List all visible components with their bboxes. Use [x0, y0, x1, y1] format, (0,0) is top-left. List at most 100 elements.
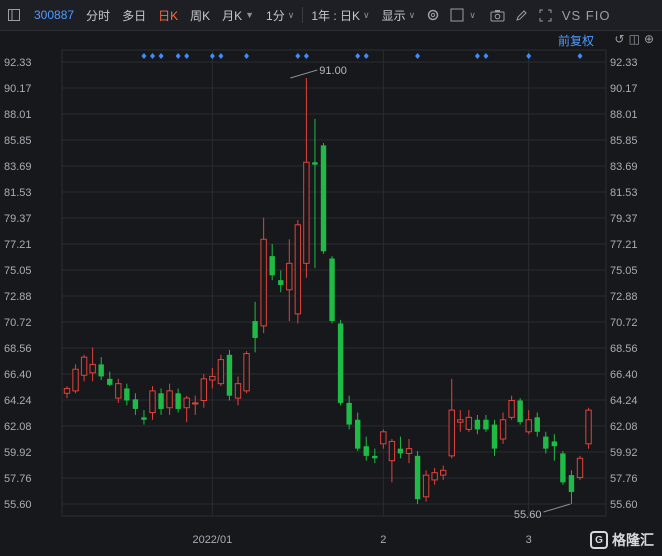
event-marker — [209, 53, 215, 59]
candle-body — [568, 475, 575, 492]
logo-icon: G — [590, 531, 608, 549]
y-tick-left: 77.21 — [4, 239, 32, 251]
event-marker — [158, 53, 164, 59]
candle-body — [183, 397, 190, 409]
y-tick-right: 79.37 — [610, 213, 638, 225]
watermark-text: 格隆汇 — [612, 532, 654, 548]
y-tick-right: 92.33 — [610, 57, 638, 69]
candle-body — [166, 390, 173, 409]
y-tick-right: 68.56 — [610, 343, 638, 355]
y-tick-left: 66.40 — [4, 369, 32, 381]
y-tick-left: 70.72 — [4, 317, 32, 329]
candle-body — [294, 224, 302, 315]
event-marker — [295, 53, 301, 59]
candle-body — [124, 388, 130, 401]
candle-body — [252, 321, 258, 338]
y-tick-left: 79.37 — [4, 213, 32, 225]
y-tick-right: 83.69 — [610, 161, 638, 173]
candle-body — [457, 419, 464, 423]
candle-body — [499, 419, 507, 440]
candle-body — [217, 359, 225, 385]
y-tick-left: 72.88 — [4, 291, 32, 303]
candle-body — [98, 364, 104, 377]
candle-body — [234, 383, 242, 399]
candle-body — [440, 469, 447, 476]
y-tick-right: 62.08 — [610, 421, 638, 433]
candle-body — [312, 162, 318, 165]
x-tick-label: 2022/01 — [192, 534, 232, 546]
candle-body — [132, 399, 139, 409]
y-tick-left: 64.24 — [4, 395, 32, 407]
candle-body — [175, 393, 181, 409]
event-marker — [218, 53, 224, 59]
candle-body — [192, 402, 199, 405]
candle-body — [72, 368, 79, 392]
candle-body — [63, 387, 71, 394]
y-tick-left: 85.85 — [4, 135, 32, 147]
candle-body — [543, 436, 549, 449]
candle-body — [405, 448, 413, 454]
candle-body — [209, 375, 216, 381]
candle-body — [303, 161, 310, 264]
candle-body — [243, 353, 250, 392]
event-marker — [526, 53, 532, 59]
candle-body — [149, 390, 156, 414]
x-tick-label: 2 — [380, 534, 386, 546]
y-tick-right: 90.17 — [610, 83, 638, 95]
y-tick-left: 75.05 — [4, 265, 32, 277]
candle-body — [422, 474, 430, 498]
y-tick-right: 77.21 — [610, 239, 638, 251]
event-marker — [577, 53, 583, 59]
candle-body — [585, 409, 592, 445]
candle-body — [337, 323, 344, 403]
candle-body — [551, 441, 558, 447]
candle-body — [320, 145, 327, 252]
candle-body — [431, 472, 438, 481]
candle-body — [115, 383, 122, 399]
annotation-min: 55.60 — [514, 509, 542, 521]
event-marker — [363, 53, 369, 59]
candle-body — [560, 453, 566, 483]
y-tick-right: 59.92 — [610, 447, 638, 459]
event-marker — [141, 53, 147, 59]
candle-body — [286, 262, 293, 291]
annotation-leader — [290, 69, 318, 79]
y-tick-right: 75.05 — [610, 265, 638, 277]
y-tick-right: 70.72 — [610, 317, 638, 329]
event-marker — [184, 53, 190, 59]
candle-body — [226, 354, 233, 396]
y-tick-right: 66.40 — [610, 369, 638, 381]
candle-body — [329, 258, 335, 322]
y-tick-left: 68.56 — [4, 343, 32, 355]
candle-body — [414, 455, 421, 500]
y-tick-right: 64.24 — [610, 395, 638, 407]
candle-body — [576, 457, 584, 479]
candle-body — [107, 378, 113, 385]
y-tick-left: 88.01 — [4, 109, 32, 121]
y-tick-left: 57.76 — [4, 473, 32, 485]
candle-body — [517, 400, 523, 423]
candle-body — [380, 431, 387, 445]
candle-body — [388, 440, 396, 462]
event-marker — [355, 53, 361, 59]
y-tick-left: 81.53 — [4, 187, 32, 199]
event-marker — [150, 53, 155, 59]
event-marker — [483, 53, 489, 59]
candle-body — [278, 280, 284, 285]
candle-body — [483, 419, 489, 430]
watermark: G 格隆汇 — [590, 530, 654, 550]
candle-body — [525, 419, 532, 433]
event-marker — [474, 53, 480, 59]
y-tick-right: 57.76 — [610, 473, 638, 485]
event-marker — [415, 53, 421, 59]
candle-body — [448, 409, 455, 457]
y-tick-right: 81.53 — [610, 187, 638, 199]
candle-body — [355, 419, 361, 449]
y-tick-left: 92.33 — [4, 57, 32, 69]
candlestick-chart: 92.33 92.33 90.17 90.17 88.01 88.01 85.85 85.85… — [4, 49, 638, 546]
annotation-leader — [543, 503, 571, 513]
candle-body — [158, 393, 164, 409]
event-marker — [244, 53, 250, 59]
event-marker — [175, 53, 181, 59]
y-tick-left: 55.60 — [4, 499, 32, 511]
